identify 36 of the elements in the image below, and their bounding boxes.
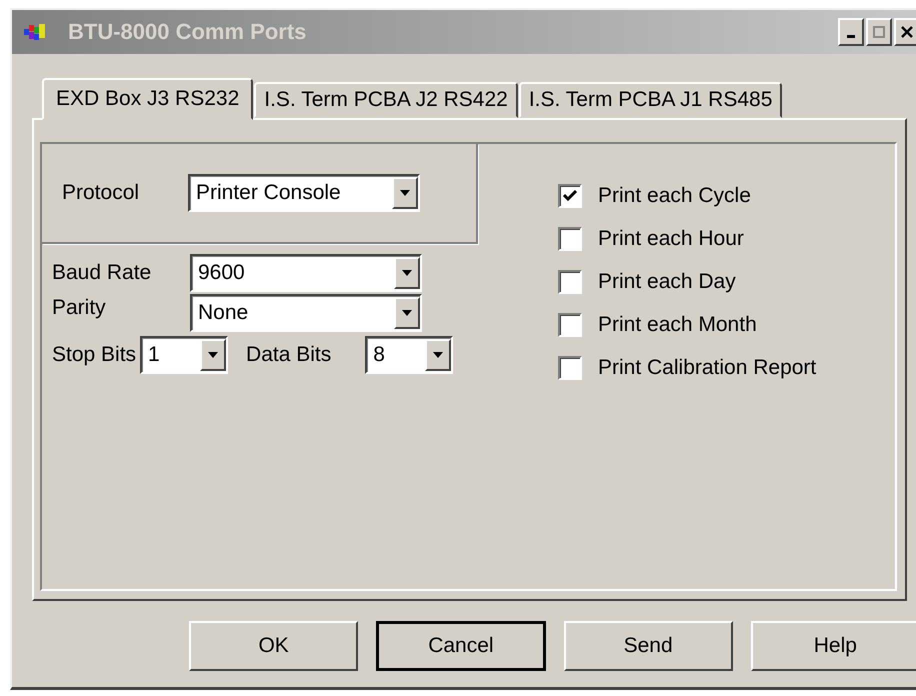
field-label: Baud Rate <box>52 261 152 285</box>
maximize-button[interactable] <box>866 18 892 46</box>
minimize-icon <box>847 35 855 38</box>
field-label: Parity <box>52 296 107 320</box>
minimize-button[interactable] <box>838 18 864 46</box>
field-label: Stop Bits <box>52 343 136 367</box>
checkbox[interactable] <box>558 313 582 337</box>
baud-rate-dropdown[interactable]: 9600 <box>190 254 422 292</box>
app-icon <box>24 23 46 41</box>
checkbox-option[interactable]: Print Calibration Report <box>558 356 816 380</box>
close-icon <box>901 26 913 38</box>
checkbox[interactable] <box>558 227 582 251</box>
checkbox[interactable] <box>558 184 582 208</box>
parity-dropdown[interactable]: None <box>190 294 422 332</box>
dialog-button[interactable]: Help <box>750 621 916 671</box>
tab[interactable]: I.S. Term PCBA J1 RS485 <box>518 82 782 118</box>
checkbox-option[interactable]: Print each Day <box>558 270 816 294</box>
check-icon <box>563 190 577 202</box>
dialog-button[interactable]: Send <box>564 621 733 671</box>
protocol-dropdown[interactable]: Printer Console <box>188 174 420 212</box>
checkbox-option[interactable]: Print each Hour <box>558 227 816 251</box>
dialog-button[interactable]: Cancel <box>376 621 546 671</box>
tab[interactable]: I.S. Term PCBA J2 RS422 <box>254 82 518 118</box>
dialog-button[interactable]: OK <box>189 621 358 671</box>
checkbox[interactable] <box>558 270 582 294</box>
data-bits-dropdown[interactable]: 8 <box>365 336 454 374</box>
field-label: Protocol <box>62 181 140 205</box>
checkbox-option[interactable]: Print each Month <box>558 313 816 337</box>
maximize-icon <box>873 26 885 38</box>
close-button[interactable] <box>894 18 916 46</box>
field-label: Data Bits <box>246 343 332 367</box>
window-title: BTU-8000 Comm Ports <box>68 19 308 45</box>
checkbox-option[interactable]: Print each Cycle <box>558 184 816 208</box>
checkbox[interactable] <box>558 356 582 380</box>
tab[interactable]: EXD Box J3 RS232 <box>42 78 254 120</box>
stop-bits-dropdown[interactable]: 1 <box>140 336 228 374</box>
